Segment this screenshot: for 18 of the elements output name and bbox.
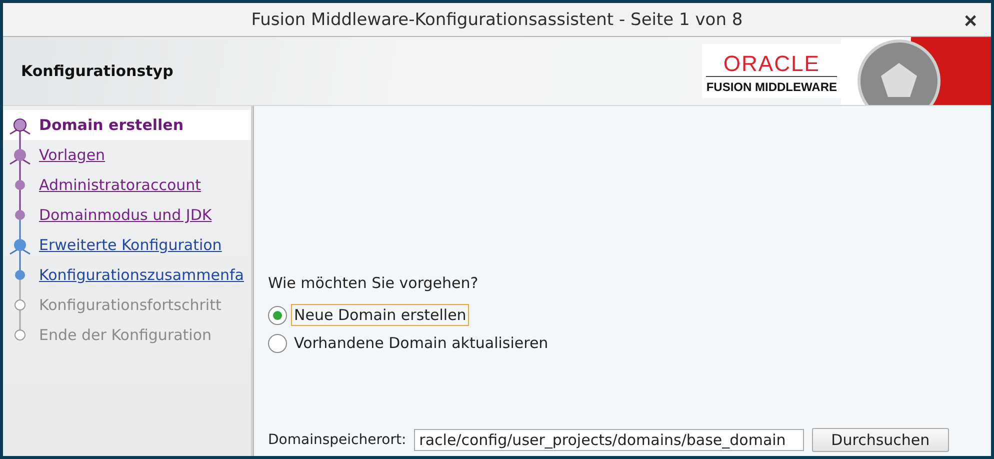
question-text: Wie möchten Sie vorgehen? bbox=[268, 274, 480, 292]
wizard-step[interactable]: Administratoraccount bbox=[3, 170, 251, 200]
close-button[interactable]: × bbox=[960, 8, 981, 34]
browse-button[interactable]: Durchsuchen bbox=[812, 428, 949, 452]
radio-option[interactable]: Vorhandene Domain aktualisieren bbox=[268, 332, 991, 354]
page-title: Konfigurationstyp bbox=[20, 62, 174, 80]
radio-option[interactable]: Neue Domain erstellen bbox=[268, 304, 991, 326]
wizard-step[interactable]: Domainmodus und JDK bbox=[3, 200, 251, 230]
wizard-step[interactable]: Vorlagen bbox=[3, 140, 251, 170]
radio-button[interactable] bbox=[268, 306, 287, 324]
path-input-field[interactable]: racle/config/user_projects/domains/base_domain bbox=[414, 429, 804, 451]
location-label: Domainspeicherort: bbox=[268, 432, 406, 448]
wizard-step[interactable]: Domain erstellen bbox=[3, 110, 251, 140]
wizard-step[interactable]: Erweiterte Konfiguration bbox=[3, 230, 251, 260]
wizard-step[interactable]: Konfigurationszusammenfa bbox=[3, 260, 251, 290]
radio-button[interactable] bbox=[268, 334, 287, 352]
oracle-logo: ORACLE FUSION MIDDLEWARE bbox=[702, 44, 841, 98]
window-title: Fusion Middleware-Konfigurationsassistent - Seite 1 von 8 bbox=[251, 10, 743, 30]
